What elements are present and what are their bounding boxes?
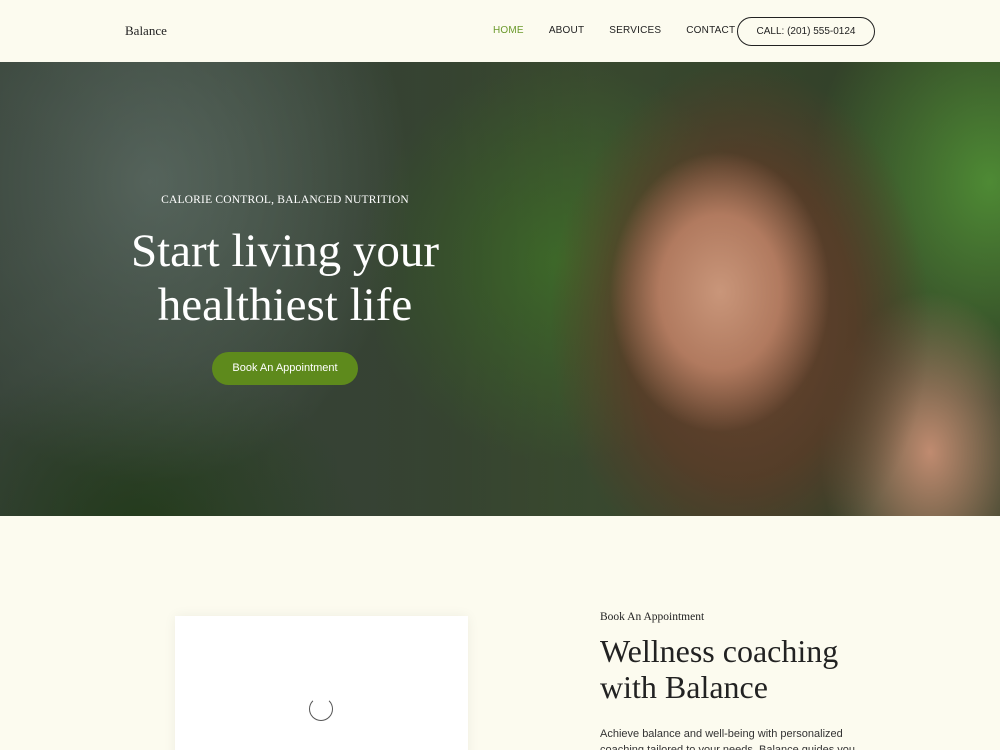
about-title-line-1: Wellness coaching — [600, 633, 839, 669]
hero-title-line-1: Start living your — [130, 225, 440, 277]
nav-contact-link[interactable]: CONTACT — [686, 25, 735, 36]
nav-home-link[interactable]: HOME — [493, 25, 524, 36]
call-button[interactable]: CALL: (201) 555-0124 — [737, 17, 875, 46]
hero-section: CALORIE CONTROL, BALANCED NUTRITION Star… — [0, 62, 1000, 516]
booking-widget-card — [175, 616, 468, 750]
hero-title-line-2: healthiest life — [157, 279, 413, 331]
site-logo[interactable]: Balance — [125, 23, 167, 39]
about-kicker: Book An Appointment — [600, 611, 705, 623]
nav-about-link[interactable]: ABOUT — [549, 25, 584, 36]
about-title: Wellness coaching with Balance — [600, 633, 860, 705]
loading-spinner-icon — [309, 697, 333, 721]
main-nav: HOME ABOUT SERVICES CONTACT — [493, 25, 760, 36]
hero-content: CALORIE CONTROL, BALANCED NUTRITION Star… — [100, 194, 470, 385]
site-header: Balance HOME ABOUT SERVICES CONTACT CALL… — [0, 0, 1000, 62]
about-section: Book An Appointment Wellness coaching wi… — [600, 611, 860, 750]
hero-title: Start living your healthiest life — [100, 224, 470, 332]
hero-kicker: CALORIE CONTROL, BALANCED NUTRITION — [161, 194, 409, 206]
nav-services-link[interactable]: SERVICES — [609, 25, 661, 36]
about-description: Achieve balance and well-being with pers… — [600, 728, 856, 750]
about-title-line-2: with Balance — [600, 669, 768, 705]
book-appointment-button[interactable]: Book An Appointment — [212, 352, 358, 385]
